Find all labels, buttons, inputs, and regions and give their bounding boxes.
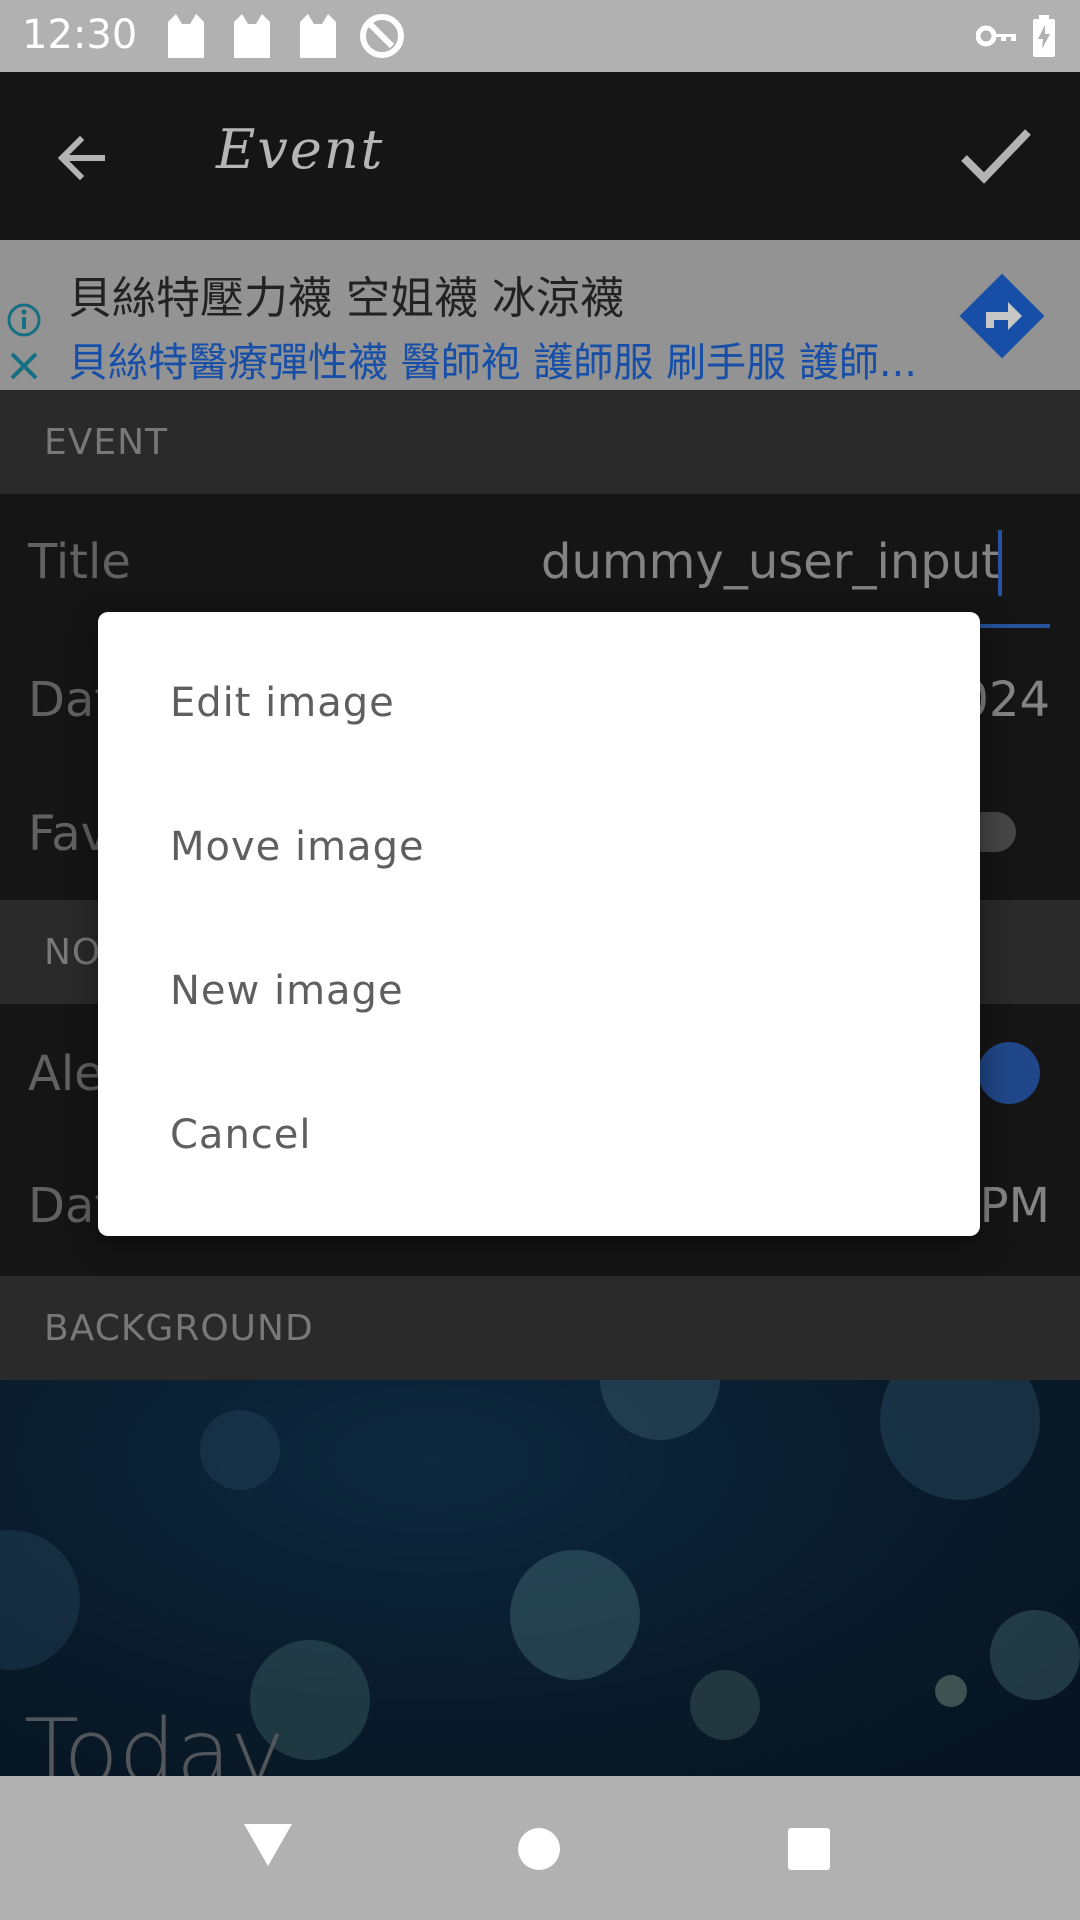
edit-image-option[interactable]: Edit image <box>170 680 395 726</box>
new-image-option[interactable]: New image <box>170 968 404 1014</box>
vpn-key-icon <box>976 25 1016 47</box>
status-time: 12:30 <box>22 12 138 58</box>
status-notification-icons <box>160 10 406 62</box>
back-triangle-icon[interactable] <box>240 1820 296 1870</box>
data-saver-icon <box>360 14 404 58</box>
cat-notification-icon <box>300 14 336 58</box>
image-options-dialog: Edit image Move image New image Cancel <box>98 612 980 1236</box>
home-circle-icon[interactable] <box>516 1826 562 1872</box>
cat-notification-icon <box>168 14 204 58</box>
recents-square-icon[interactable] <box>786 1826 832 1872</box>
move-image-option[interactable]: Move image <box>170 824 425 870</box>
battery-charging-icon <box>1033 15 1055 57</box>
status-system-icons <box>976 10 1056 62</box>
cat-notification-icon <box>234 14 270 58</box>
cancel-option[interactable]: Cancel <box>170 1112 312 1158</box>
